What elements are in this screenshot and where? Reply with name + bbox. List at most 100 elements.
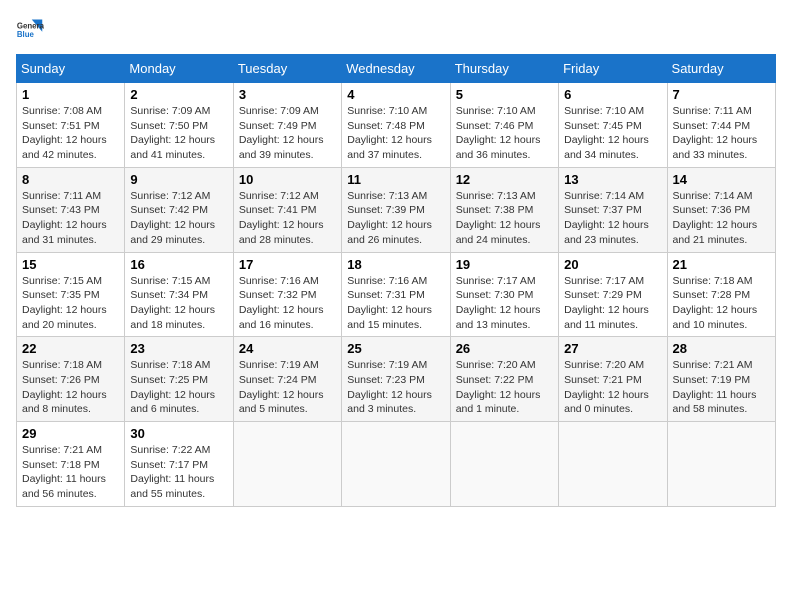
week-row-1: 1 Sunrise: 7:08 AMSunset: 7:51 PMDaylight…: [17, 83, 776, 168]
day-info: Sunrise: 7:15 AMSunset: 7:35 PMDaylight:…: [22, 274, 119, 333]
day-cell: 13 Sunrise: 7:14 AMSunset: 7:37 PMDayligh…: [559, 167, 667, 252]
day-header-friday: Friday: [559, 55, 667, 83]
day-cell: 25Sunrise: 7:19 AMSunset: 7:23 PMDayligh…: [342, 337, 450, 422]
day-info: Sunrise: 7:19 AMSunset: 7:23 PMDaylight:…: [347, 358, 444, 417]
day-info: Sunrise: 7:08 AMSunset: 7:51 PMDaylight:…: [22, 104, 119, 163]
day-info: Sunrise: 7:20 AMSunset: 7:21 PMDaylight:…: [564, 358, 661, 417]
day-cell: 10Sunrise: 7:12 AMSunset: 7:41 PMDayligh…: [233, 167, 341, 252]
day-header-thursday: Thursday: [450, 55, 558, 83]
day-cell: 3 Sunrise: 7:09 AMSunset: 7:49 PMDaylight…: [233, 83, 341, 168]
day-cell: 30 Sunrise: 7:22 AMSunset: 7:17 PMDayligh…: [125, 422, 233, 507]
day-number: 8: [22, 172, 119, 187]
day-info: Sunrise: 7:09 AMSunset: 7:50 PMDaylight:…: [130, 104, 227, 163]
day-number: 14: [673, 172, 770, 187]
logo: General Blue: [16, 16, 44, 44]
day-number: 10: [239, 172, 336, 187]
day-cell: 7 Sunrise: 7:11 AMSunset: 7:44 PMDaylight…: [667, 83, 775, 168]
day-info: Sunrise: 7:18 AMSunset: 7:25 PMDaylight:…: [130, 358, 227, 417]
day-number: 22: [22, 341, 119, 356]
day-number: 5: [456, 87, 553, 102]
day-header-sunday: Sunday: [17, 55, 125, 83]
day-info: Sunrise: 7:18 AMSunset: 7:28 PMDaylight:…: [673, 274, 770, 333]
day-cell: 18Sunrise: 7:16 AMSunset: 7:31 PMDayligh…: [342, 252, 450, 337]
day-cell: [559, 422, 667, 507]
day-cell: 28Sunrise: 7:21 AMSunset: 7:19 PMDayligh…: [667, 337, 775, 422]
day-cell: 1 Sunrise: 7:08 AMSunset: 7:51 PMDaylight…: [17, 83, 125, 168]
day-cell: 22 Sunrise: 7:18 AMSunset: 7:26 PMDayligh…: [17, 337, 125, 422]
day-number: 2: [130, 87, 227, 102]
day-cell: [233, 422, 341, 507]
calendar-table: SundayMondayTuesdayWednesdayThursdayFrid…: [16, 54, 776, 507]
day-number: 24: [239, 341, 336, 356]
day-cell: 16 Sunrise: 7:15 AMSunset: 7:34 PMDayligh…: [125, 252, 233, 337]
day-header-tuesday: Tuesday: [233, 55, 341, 83]
day-number: 23: [130, 341, 227, 356]
day-cell: 4 Sunrise: 7:10 AMSunset: 7:48 PMDaylight…: [342, 83, 450, 168]
day-cell: 8 Sunrise: 7:11 AMSunset: 7:43 PMDaylight…: [17, 167, 125, 252]
header: General Blue: [16, 16, 776, 44]
day-number: 11: [347, 172, 444, 187]
day-info: Sunrise: 7:09 AMSunset: 7:49 PMDaylight:…: [239, 104, 336, 163]
day-number: 6: [564, 87, 661, 102]
day-info: Sunrise: 7:18 AMSunset: 7:26 PMDaylight:…: [22, 358, 119, 417]
day-info: Sunrise: 7:19 AMSunset: 7:24 PMDaylight:…: [239, 358, 336, 417]
day-number: 16: [130, 257, 227, 272]
day-info: Sunrise: 7:14 AMSunset: 7:37 PMDaylight:…: [564, 189, 661, 248]
logo-icon: General Blue: [16, 16, 44, 44]
day-header-monday: Monday: [125, 55, 233, 83]
day-info: Sunrise: 7:16 AMSunset: 7:32 PMDaylight:…: [239, 274, 336, 333]
day-cell: 29 Sunrise: 7:21 AMSunset: 7:18 PMDayligh…: [17, 422, 125, 507]
day-cell: 20 Sunrise: 7:17 AMSunset: 7:29 PMDayligh…: [559, 252, 667, 337]
day-info: Sunrise: 7:14 AMSunset: 7:36 PMDaylight:…: [673, 189, 770, 248]
day-info: Sunrise: 7:17 AMSunset: 7:29 PMDaylight:…: [564, 274, 661, 333]
day-info: Sunrise: 7:15 AMSunset: 7:34 PMDaylight:…: [130, 274, 227, 333]
day-cell: 24 Sunrise: 7:19 AMSunset: 7:24 PMDayligh…: [233, 337, 341, 422]
day-number: 19: [456, 257, 553, 272]
day-info: Sunrise: 7:22 AMSunset: 7:17 PMDaylight:…: [130, 443, 227, 502]
day-info: Sunrise: 7:13 AMSunset: 7:39 PMDaylight:…: [347, 189, 444, 248]
day-cell: 5 Sunrise: 7:10 AMSunset: 7:46 PMDaylight…: [450, 83, 558, 168]
calendar-header-row: SundayMondayTuesdayWednesdayThursdayFrid…: [17, 55, 776, 83]
day-info: Sunrise: 7:10 AMSunset: 7:48 PMDaylight:…: [347, 104, 444, 163]
day-info: Sunrise: 7:12 AMSunset: 7:42 PMDaylight:…: [130, 189, 227, 248]
day-number: 7: [673, 87, 770, 102]
day-number: 12: [456, 172, 553, 187]
day-number: 13: [564, 172, 661, 187]
day-number: 20: [564, 257, 661, 272]
day-info: Sunrise: 7:10 AMSunset: 7:46 PMDaylight:…: [456, 104, 553, 163]
day-info: Sunrise: 7:11 AMSunset: 7:43 PMDaylight:…: [22, 189, 119, 248]
day-cell: 12 Sunrise: 7:13 AMSunset: 7:38 PMDayligh…: [450, 167, 558, 252]
day-info: Sunrise: 7:16 AMSunset: 7:31 PMDaylight:…: [347, 274, 444, 333]
day-number: 1: [22, 87, 119, 102]
day-cell: 27Sunrise: 7:20 AMSunset: 7:21 PMDayligh…: [559, 337, 667, 422]
week-row-3: 15 Sunrise: 7:15 AMSunset: 7:35 PMDayligh…: [17, 252, 776, 337]
day-cell: 9 Sunrise: 7:12 AMSunset: 7:42 PMDaylight…: [125, 167, 233, 252]
day-info: Sunrise: 7:11 AMSunset: 7:44 PMDaylight:…: [673, 104, 770, 163]
week-row-2: 8 Sunrise: 7:11 AMSunset: 7:43 PMDaylight…: [17, 167, 776, 252]
day-cell: 14 Sunrise: 7:14 AMSunset: 7:36 PMDayligh…: [667, 167, 775, 252]
day-info: Sunrise: 7:21 AMSunset: 7:19 PMDaylight:…: [673, 358, 770, 417]
day-cell: [342, 422, 450, 507]
day-number: 21: [673, 257, 770, 272]
svg-text:General: General: [17, 21, 44, 30]
svg-text:Blue: Blue: [17, 30, 35, 39]
day-number: 29: [22, 426, 119, 441]
day-number: 3: [239, 87, 336, 102]
day-header-wednesday: Wednesday: [342, 55, 450, 83]
day-number: 15: [22, 257, 119, 272]
day-cell: 6Sunrise: 7:10 AMSunset: 7:45 PMDaylight…: [559, 83, 667, 168]
day-cell: 19Sunrise: 7:17 AMSunset: 7:30 PMDayligh…: [450, 252, 558, 337]
day-cell: 26Sunrise: 7:20 AMSunset: 7:22 PMDayligh…: [450, 337, 558, 422]
day-info: Sunrise: 7:21 AMSunset: 7:18 PMDaylight:…: [22, 443, 119, 502]
day-cell: 23 Sunrise: 7:18 AMSunset: 7:25 PMDayligh…: [125, 337, 233, 422]
day-number: 9: [130, 172, 227, 187]
day-number: 17: [239, 257, 336, 272]
day-cell: 11 Sunrise: 7:13 AMSunset: 7:39 PMDayligh…: [342, 167, 450, 252]
day-number: 4: [347, 87, 444, 102]
day-number: 30: [130, 426, 227, 441]
week-row-5: 29 Sunrise: 7:21 AMSunset: 7:18 PMDayligh…: [17, 422, 776, 507]
day-info: Sunrise: 7:13 AMSunset: 7:38 PMDaylight:…: [456, 189, 553, 248]
day-cell: 15 Sunrise: 7:15 AMSunset: 7:35 PMDayligh…: [17, 252, 125, 337]
day-cell: [667, 422, 775, 507]
day-cell: [450, 422, 558, 507]
